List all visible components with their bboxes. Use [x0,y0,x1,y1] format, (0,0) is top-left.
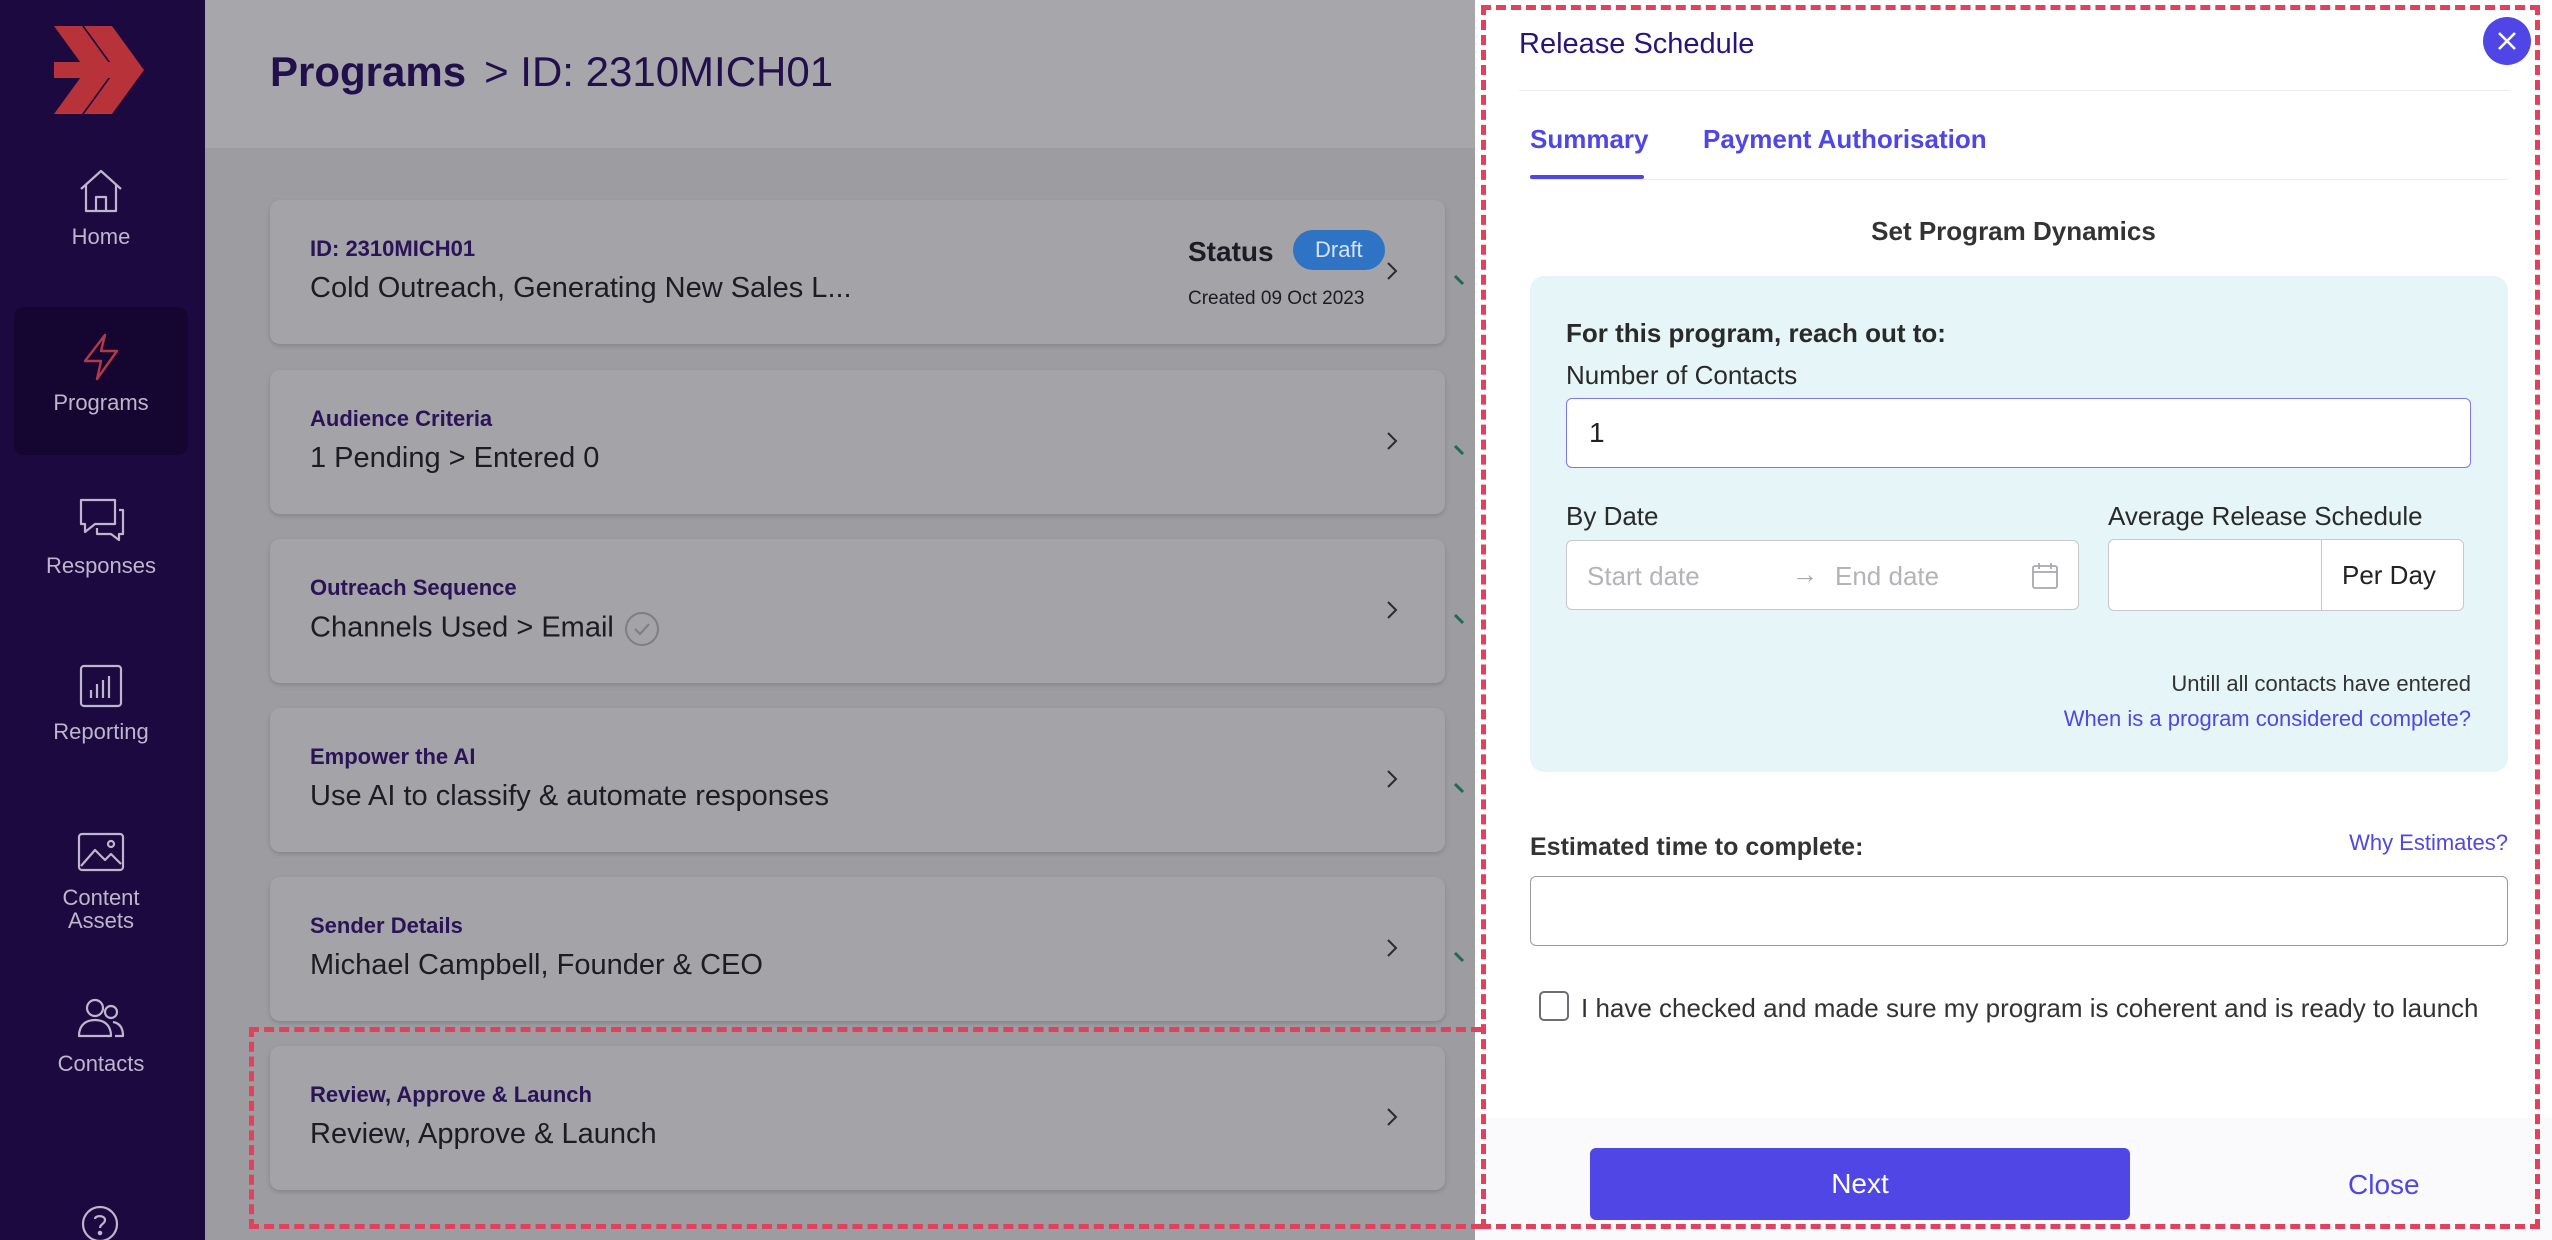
sidebar: Home Programs Responses Reporting Conten… [0,0,205,1240]
check-icon [1453,613,1465,625]
highlight-panel-region [1481,5,2540,1229]
status-title: Status [1188,236,1274,267]
chevron-right-icon[interactable] [1379,597,1405,623]
breadcrumb: > ID: 2310MICH01 [484,48,834,95]
check-circle-icon [624,612,659,646]
chevron-right-icon[interactable] [1379,258,1405,284]
bar-chart-icon [79,664,123,708]
check-icon [1453,951,1465,963]
card-value: Channels Used > Email [310,611,614,644]
chevron-right-icon[interactable] [1379,428,1405,454]
sidebar-item-label: Contacts [57,1051,145,1076]
sidebar-item-label: Programs [53,390,149,415]
image-icon [77,832,125,872]
sidebar-item-contacts[interactable]: Contacts [14,992,188,1092]
card-label: Outreach Sequence [310,575,517,600]
chevron-right-icon[interactable] [1379,766,1405,792]
program-id-card[interactable]: ID: 2310MICH01 Cold Outreach, Generating… [270,200,1465,344]
page-header: Programs > ID: 2310MICH01 [205,0,1475,148]
card-label: Audience Criteria [310,406,493,431]
status-badge: Draft [1293,230,1385,270]
sidebar-item-label: Reporting [53,719,149,744]
sidebar-item-programs[interactable]: Programs [14,307,188,455]
card-value: Use AI to classify & automate responses [310,780,830,812]
check-icon [1453,782,1465,794]
audience-criteria-card[interactable]: Audience Criteria 1 Pending > Entered 0 [270,370,1465,514]
sidebar-item-home[interactable]: Home [14,165,188,265]
card-label: Sender Details [310,913,463,938]
sidebar-item-responses[interactable]: Responses [14,494,188,604]
chevron-right-icon[interactable] [1379,935,1405,961]
card-value: Cold Outreach, Generating New Sales L... [310,272,852,304]
home-icon [80,169,122,213]
card-label: Empower the AI [310,744,476,769]
page-title: Programs > ID: 2310MICH01 [270,48,833,96]
empower-ai-card[interactable]: Empower the AI Use AI to classify & auto… [270,708,1465,852]
brand-logo-icon[interactable] [52,22,148,118]
card-value: Michael Campbell, Founder & CEO [310,949,763,981]
sidebar-item-label: Responses [45,553,157,578]
card-value-wrapper: Channels Used > Email [310,611,660,647]
check-icon [1453,274,1465,286]
lightning-icon [83,333,119,381]
check-icon [1453,444,1465,456]
outreach-sequence-card[interactable]: Outreach Sequence Channels Used > Email [270,539,1465,683]
sidebar-item-content-assets[interactable]: Content Assets [14,826,188,946]
sender-details-card[interactable]: Sender Details Michael Campbell, Founder… [270,877,1465,1021]
highlight-review-region [249,1027,1481,1229]
chat-bubbles-icon [79,498,125,542]
card-label: ID: 2310MICH01 [310,236,476,261]
users-icon [77,998,125,1038]
created-date: Created 09 Oct 2023 [1188,288,1365,309]
sidebar-item-reporting[interactable]: Reporting [14,660,188,760]
sidebar-item-label: Home [71,224,131,249]
card-value: 1 Pending > Entered 0 [310,442,600,474]
sidebar-item-label: Content Assets [62,885,140,934]
help-icon[interactable] [80,1204,120,1240]
page-title-programs[interactable]: Programs [270,48,466,95]
